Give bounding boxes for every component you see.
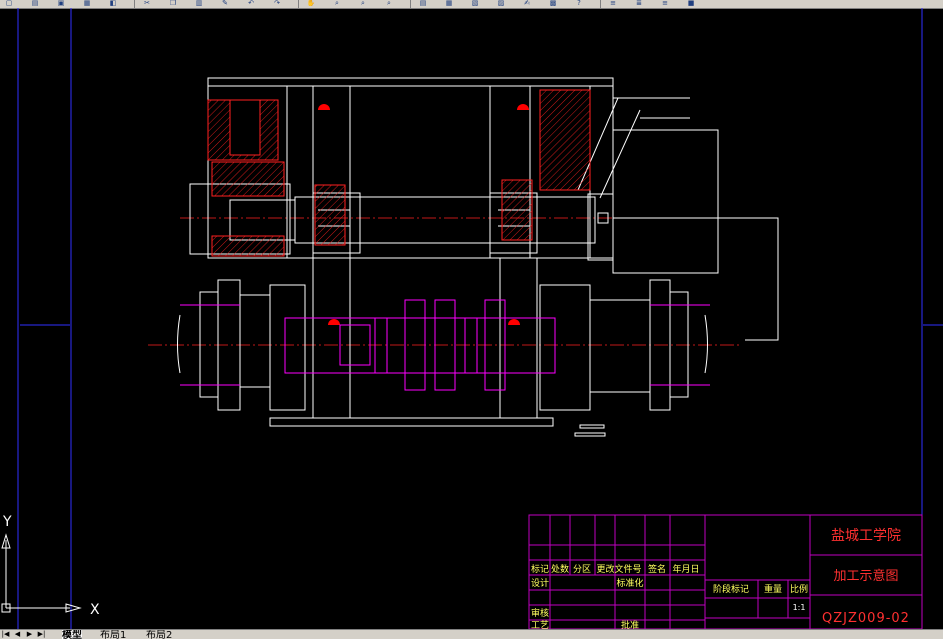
drawing-number: QZJZ009-02 — [822, 611, 910, 626]
undo-icon[interactable]: ↶ — [246, 0, 256, 6]
zoom-icon[interactable]: ⌕ — [332, 0, 342, 6]
markup-icon[interactable]: ✍ — [522, 0, 532, 6]
hdr-mark: 标记 — [531, 563, 549, 575]
help-icon[interactable]: ? — [574, 0, 584, 6]
design-center-icon[interactable]: ▦ — [444, 0, 454, 6]
new-icon[interactable]: ▢ — [4, 0, 14, 6]
save-icon[interactable]: ▣ — [56, 0, 66, 6]
cut-icon[interactable]: ✂ — [142, 0, 152, 6]
hdr-signature: 签名 — [648, 563, 666, 575]
pan-icon[interactable]: ✋ — [306, 0, 316, 6]
hdr-craft: 工艺 — [531, 620, 549, 629]
hdr-review: 审核 — [531, 607, 549, 619]
scale-value: 1:1 — [793, 603, 806, 612]
properties-icon[interactable]: ▤ — [418, 0, 428, 6]
ucs-icon — [1, 533, 82, 613]
sheet-set-icon[interactable]: ▨ — [496, 0, 506, 6]
ucs-x-label: X — [90, 602, 100, 618]
hdr-stage-mark: 阶段标记 — [713, 583, 749, 595]
school-name: 盐城工学院 — [831, 528, 901, 544]
lower-workpiece-assembly — [177, 257, 708, 437]
toolbar-separator — [600, 0, 601, 8]
preview-icon[interactable]: ◧ — [108, 0, 118, 6]
drawing-title: 加工示意图 — [833, 568, 898, 584]
layer-icon[interactable]: ≡ — [608, 0, 618, 6]
layer-prev-icon[interactable]: ≡ — [660, 0, 670, 6]
hdr-scale: 比例 — [790, 583, 808, 595]
hdr-date: 年月日 — [672, 563, 699, 575]
hdr-standardize: 标准化 — [616, 577, 643, 589]
zoom-window-icon[interactable]: ⌕ — [358, 0, 368, 6]
hdr-approve: 批准 — [621, 619, 639, 629]
toolbar-separator — [410, 0, 411, 8]
zoom-prev-icon[interactable]: ⌕ — [384, 0, 394, 6]
redo-icon[interactable]: ↷ — [272, 0, 282, 6]
toolbar-separator — [298, 0, 299, 8]
ucs-y-label: Y — [2, 514, 12, 530]
toolbar-separator — [134, 0, 135, 8]
hdr-weight: 重量 — [764, 583, 782, 595]
layer-state-icon[interactable]: ≣ — [634, 0, 644, 6]
hdr-design: 设计 — [531, 577, 549, 589]
copy-icon[interactable]: ❐ — [168, 0, 178, 6]
drawing-canvas[interactable]: 盐城工学院 加工示意图 QZJZ009-02 标记 处数 分区 更改文件号 签名… — [0, 8, 943, 629]
print-icon[interactable]: ▦ — [82, 0, 92, 6]
title-block-text: 盐城工学院 加工示意图 QZJZ009-02 标记 处数 分区 更改文件号 签名… — [531, 528, 910, 629]
hatched-sections — [207, 89, 591, 257]
hdr-count: 处数 — [551, 563, 569, 575]
tool-palette-icon[interactable]: ▧ — [470, 0, 480, 6]
color-icon[interactable]: ■ — [686, 0, 696, 6]
match-icon[interactable]: ✎ — [220, 0, 230, 6]
hdr-doc-number: 更改文件号 — [596, 563, 641, 575]
hdr-zone: 分区 — [573, 564, 591, 575]
open-icon[interactable]: ▤ — [30, 0, 40, 6]
paste-icon[interactable]: ▥ — [194, 0, 204, 6]
calc-icon[interactable]: ▩ — [548, 0, 558, 6]
